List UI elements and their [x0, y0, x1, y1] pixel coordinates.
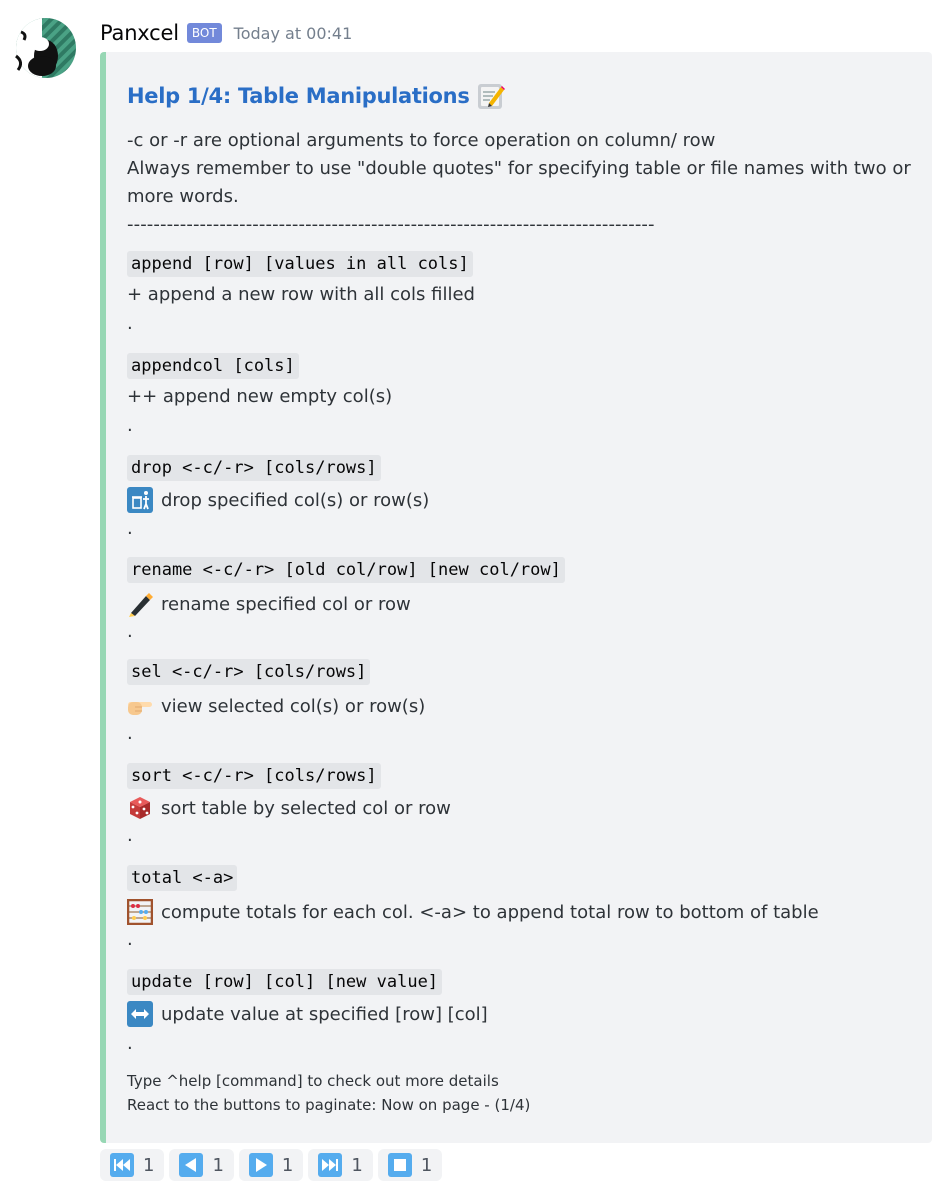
- separator-dot: .: [127, 313, 133, 334]
- footer-line: Type ^help [command] to check out more d…: [127, 1072, 499, 1090]
- description-line: Always remember to use "double quotes" f…: [127, 158, 911, 207]
- timestamp[interactable]: Today at 00:41: [234, 24, 353, 43]
- command-description: rename specified col or row: [127, 591, 411, 617]
- reaction-previous-page[interactable]: 1: [169, 1149, 234, 1181]
- reaction-count: 1: [212, 1154, 224, 1176]
- reaction-count: 1: [420, 1154, 433, 1176]
- reaction-next-page[interactable]: 1: [238, 1149, 304, 1181]
- dice-icon: [127, 795, 153, 821]
- command-code: drop <-c/-r> [cols/rows]: [127, 455, 381, 481]
- abacus-icon: [126, 898, 154, 926]
- command-desc-text: compute totals for each col. <-a> to app…: [161, 901, 819, 923]
- reaction-count: 1: [281, 1154, 294, 1176]
- previous-page-icon: [179, 1153, 204, 1177]
- command-desc-text: update value at specified [row] [col]: [161, 1003, 488, 1025]
- reaction-last-page[interactable]: 1: [308, 1149, 373, 1181]
- separator-dot: .: [127, 825, 133, 846]
- avatar[interactable]: [12, 16, 76, 80]
- embed-footer: Type ^help [command] to check out more d…: [127, 1069, 530, 1117]
- reactions-bar: 1 1 1 1 1: [100, 1149, 447, 1181]
- embed-title-text: Help 1/4: Table Manipulations: [127, 84, 470, 108]
- command-description: ++ append new empty col(s): [127, 386, 392, 407]
- command-code: total <-a>: [127, 865, 238, 891]
- last-page-icon: [318, 1153, 343, 1177]
- stop-icon: [387, 1153, 412, 1177]
- command-description: + append a new row with all cols filled: [127, 284, 475, 305]
- first-page-icon: [110, 1153, 134, 1177]
- command-description: drop specified col(s) or row(s): [127, 487, 429, 513]
- pen-icon: [127, 591, 153, 617]
- command-code: update [row] [col] [new value]: [127, 969, 443, 995]
- command-description: sort table by selected col or row: [127, 795, 451, 821]
- separator-dot: .: [127, 929, 133, 950]
- next-page-icon: [248, 1153, 273, 1177]
- separator-dot: .: [127, 723, 133, 744]
- memo-icon: [476, 81, 506, 111]
- command-code: append [row] [values in all cols]: [127, 251, 473, 277]
- command-code: sel <-c/-r> [cols/rows]: [127, 659, 371, 685]
- command-description: update value at specified [row] [col]: [127, 1001, 488, 1027]
- reaction-count: 1: [143, 1154, 155, 1176]
- separator-dot: .: [127, 621, 133, 642]
- command-code: sort <-c/-r> [cols/rows]: [127, 763, 381, 789]
- separator-dot: .: [127, 415, 133, 436]
- pointing-hand-icon: [127, 693, 153, 719]
- command-description: view selected col(s) or row(s): [127, 693, 425, 719]
- avatar-image: [15, 18, 76, 78]
- bot-badge: BOT: [186, 23, 222, 43]
- command-desc-text: ++ append new empty col(s): [127, 386, 393, 407]
- command-code: appendcol [cols]: [127, 353, 299, 379]
- username[interactable]: Panxcel: [100, 21, 179, 45]
- command-description: compute totals for each col. <-a> to app…: [126, 898, 819, 926]
- command-code: rename <-c/-r> [old col/row] [new col/ro…: [127, 557, 565, 583]
- wastebasket-icon: [127, 487, 153, 513]
- reaction-stop[interactable]: 1: [377, 1149, 443, 1181]
- description-divider: ----------------------------------------…: [127, 214, 655, 235]
- separator-dot: .: [127, 518, 133, 539]
- description-line: -c or -r are optional arguments to force…: [127, 130, 716, 151]
- reaction-first-page[interactable]: 1: [100, 1149, 165, 1181]
- embed-title: Help 1/4: Table Manipulations: [127, 81, 506, 111]
- command-desc-text: view selected col(s) or row(s): [161, 695, 426, 717]
- command-desc-text: sort table by selected col or row: [161, 797, 451, 819]
- footer-line: React to the buttons to paginate: Now on…: [127, 1096, 531, 1114]
- message-header: Panxcel BOT Today at 00:41: [100, 18, 352, 48]
- left-right-arrow-icon: [127, 1001, 153, 1027]
- separator-dot: .: [127, 1033, 133, 1054]
- reaction-count: 1: [351, 1154, 363, 1176]
- embed-description: -c or -r are optional arguments to force…: [127, 127, 917, 239]
- help-embed: Help 1/4: Table Manipulations -c or -r a…: [100, 52, 932, 1143]
- command-desc-text: + append a new row with all cols filled: [127, 284, 475, 305]
- command-desc-text: rename specified col or row: [161, 593, 411, 615]
- command-desc-text: drop specified col(s) or row(s): [161, 489, 430, 511]
